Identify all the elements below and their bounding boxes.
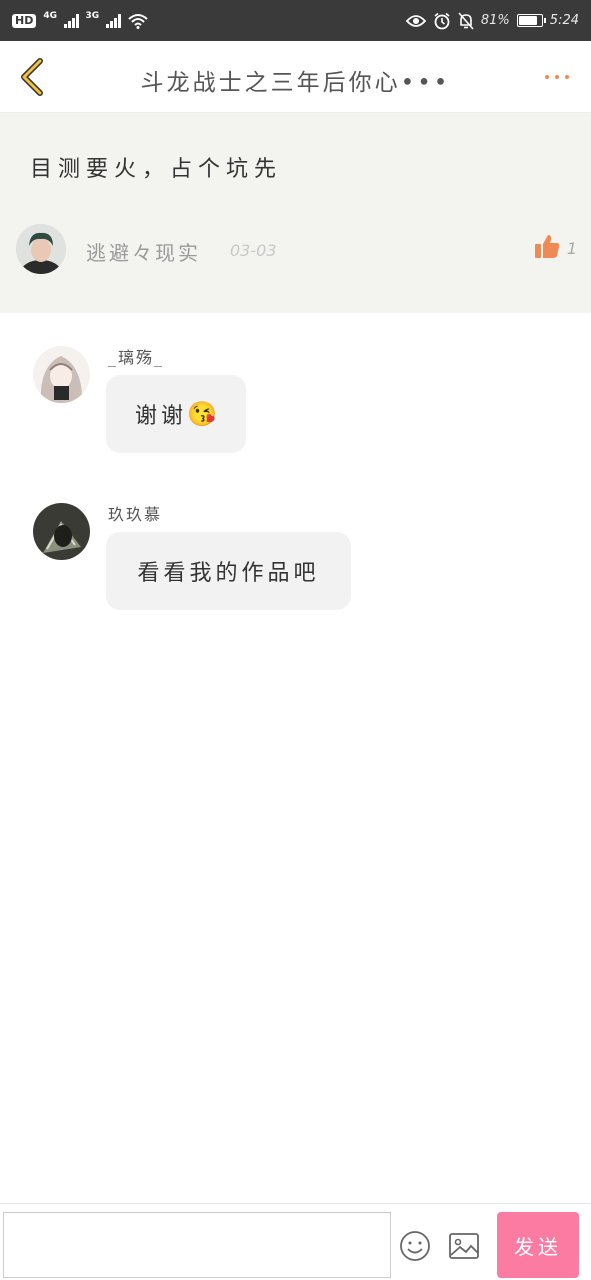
clock: 5:24 [549,13,579,28]
emoji-button[interactable] [399,1230,431,1262]
battery-level [518,16,537,25]
top-nav: 斗龙战士之三年后你心••• [0,41,591,113]
network-4g-label: 4G [43,10,57,21]
thumbs-up-icon [535,235,560,258]
status-bar: HD 4G 3G 81% 5:24 [0,0,591,41]
reply-author-name[interactable]: _璃殇_ [108,344,164,368]
page-title: 斗龙战士之三年后你心••• [140,70,451,96]
more-options-button[interactable] [537,65,577,89]
image-button[interactable] [448,1231,480,1261]
original-post: 目测要火，占个坑先 逃避々现实 03-03 1 [0,113,591,313]
reply-author-name[interactable]: 玖玖慕 [108,501,162,525]
avatar[interactable] [33,346,90,403]
post-author-avatar-image [16,224,66,274]
battery-icon [516,14,546,27]
reply-avatar-image [33,503,90,560]
wifi-icon [127,13,148,29]
reply-avatar-image [33,346,90,403]
post-text: 目测要火，占个坑先 [30,157,283,182]
more-dots-icon [555,75,559,79]
message-input[interactable] [3,1212,391,1278]
reply-text: 谢谢 [135,404,188,429]
post-author-name[interactable]: 逃避々现实 [86,237,201,266]
send-button[interactable]: 发送 [497,1212,579,1278]
more-dots-icon [545,75,549,79]
like-button[interactable] [533,233,561,261]
eye-icon [405,14,426,27]
composer-bar: 发送 [0,1203,591,1280]
like-count: 1 [566,239,577,258]
status-left: HD 4G 3G [12,10,148,29]
avatar[interactable] [33,503,90,560]
kiss-emoji-icon: 😘 [187,400,217,428]
reply-bubble: 看看我的作品吧 [106,532,351,610]
signal-4g-icon [64,13,79,28]
reply-text: 看看我的作品吧 [137,561,320,586]
battery-percent: 81% [480,13,510,28]
avatar[interactable] [16,224,66,274]
alarm-icon [434,12,450,29]
reply-bubble: 谢谢 😘 [106,375,246,453]
screen: HD 4G 3G 81% 5:24 斗龙战士之三年后你心••• 目测要火，占个坑… [0,0,591,1280]
bell-muted-icon [458,11,474,30]
hd-icon: HD [12,13,37,28]
signal-3g-icon [106,13,121,28]
image-icon [449,1233,479,1259]
status-right: 81% 5:24 [405,11,579,30]
smiley-icon [400,1231,430,1261]
more-dots-icon [565,75,569,79]
post-date: 03-03 [230,241,277,260]
network-3g-label: 3G [85,10,100,21]
